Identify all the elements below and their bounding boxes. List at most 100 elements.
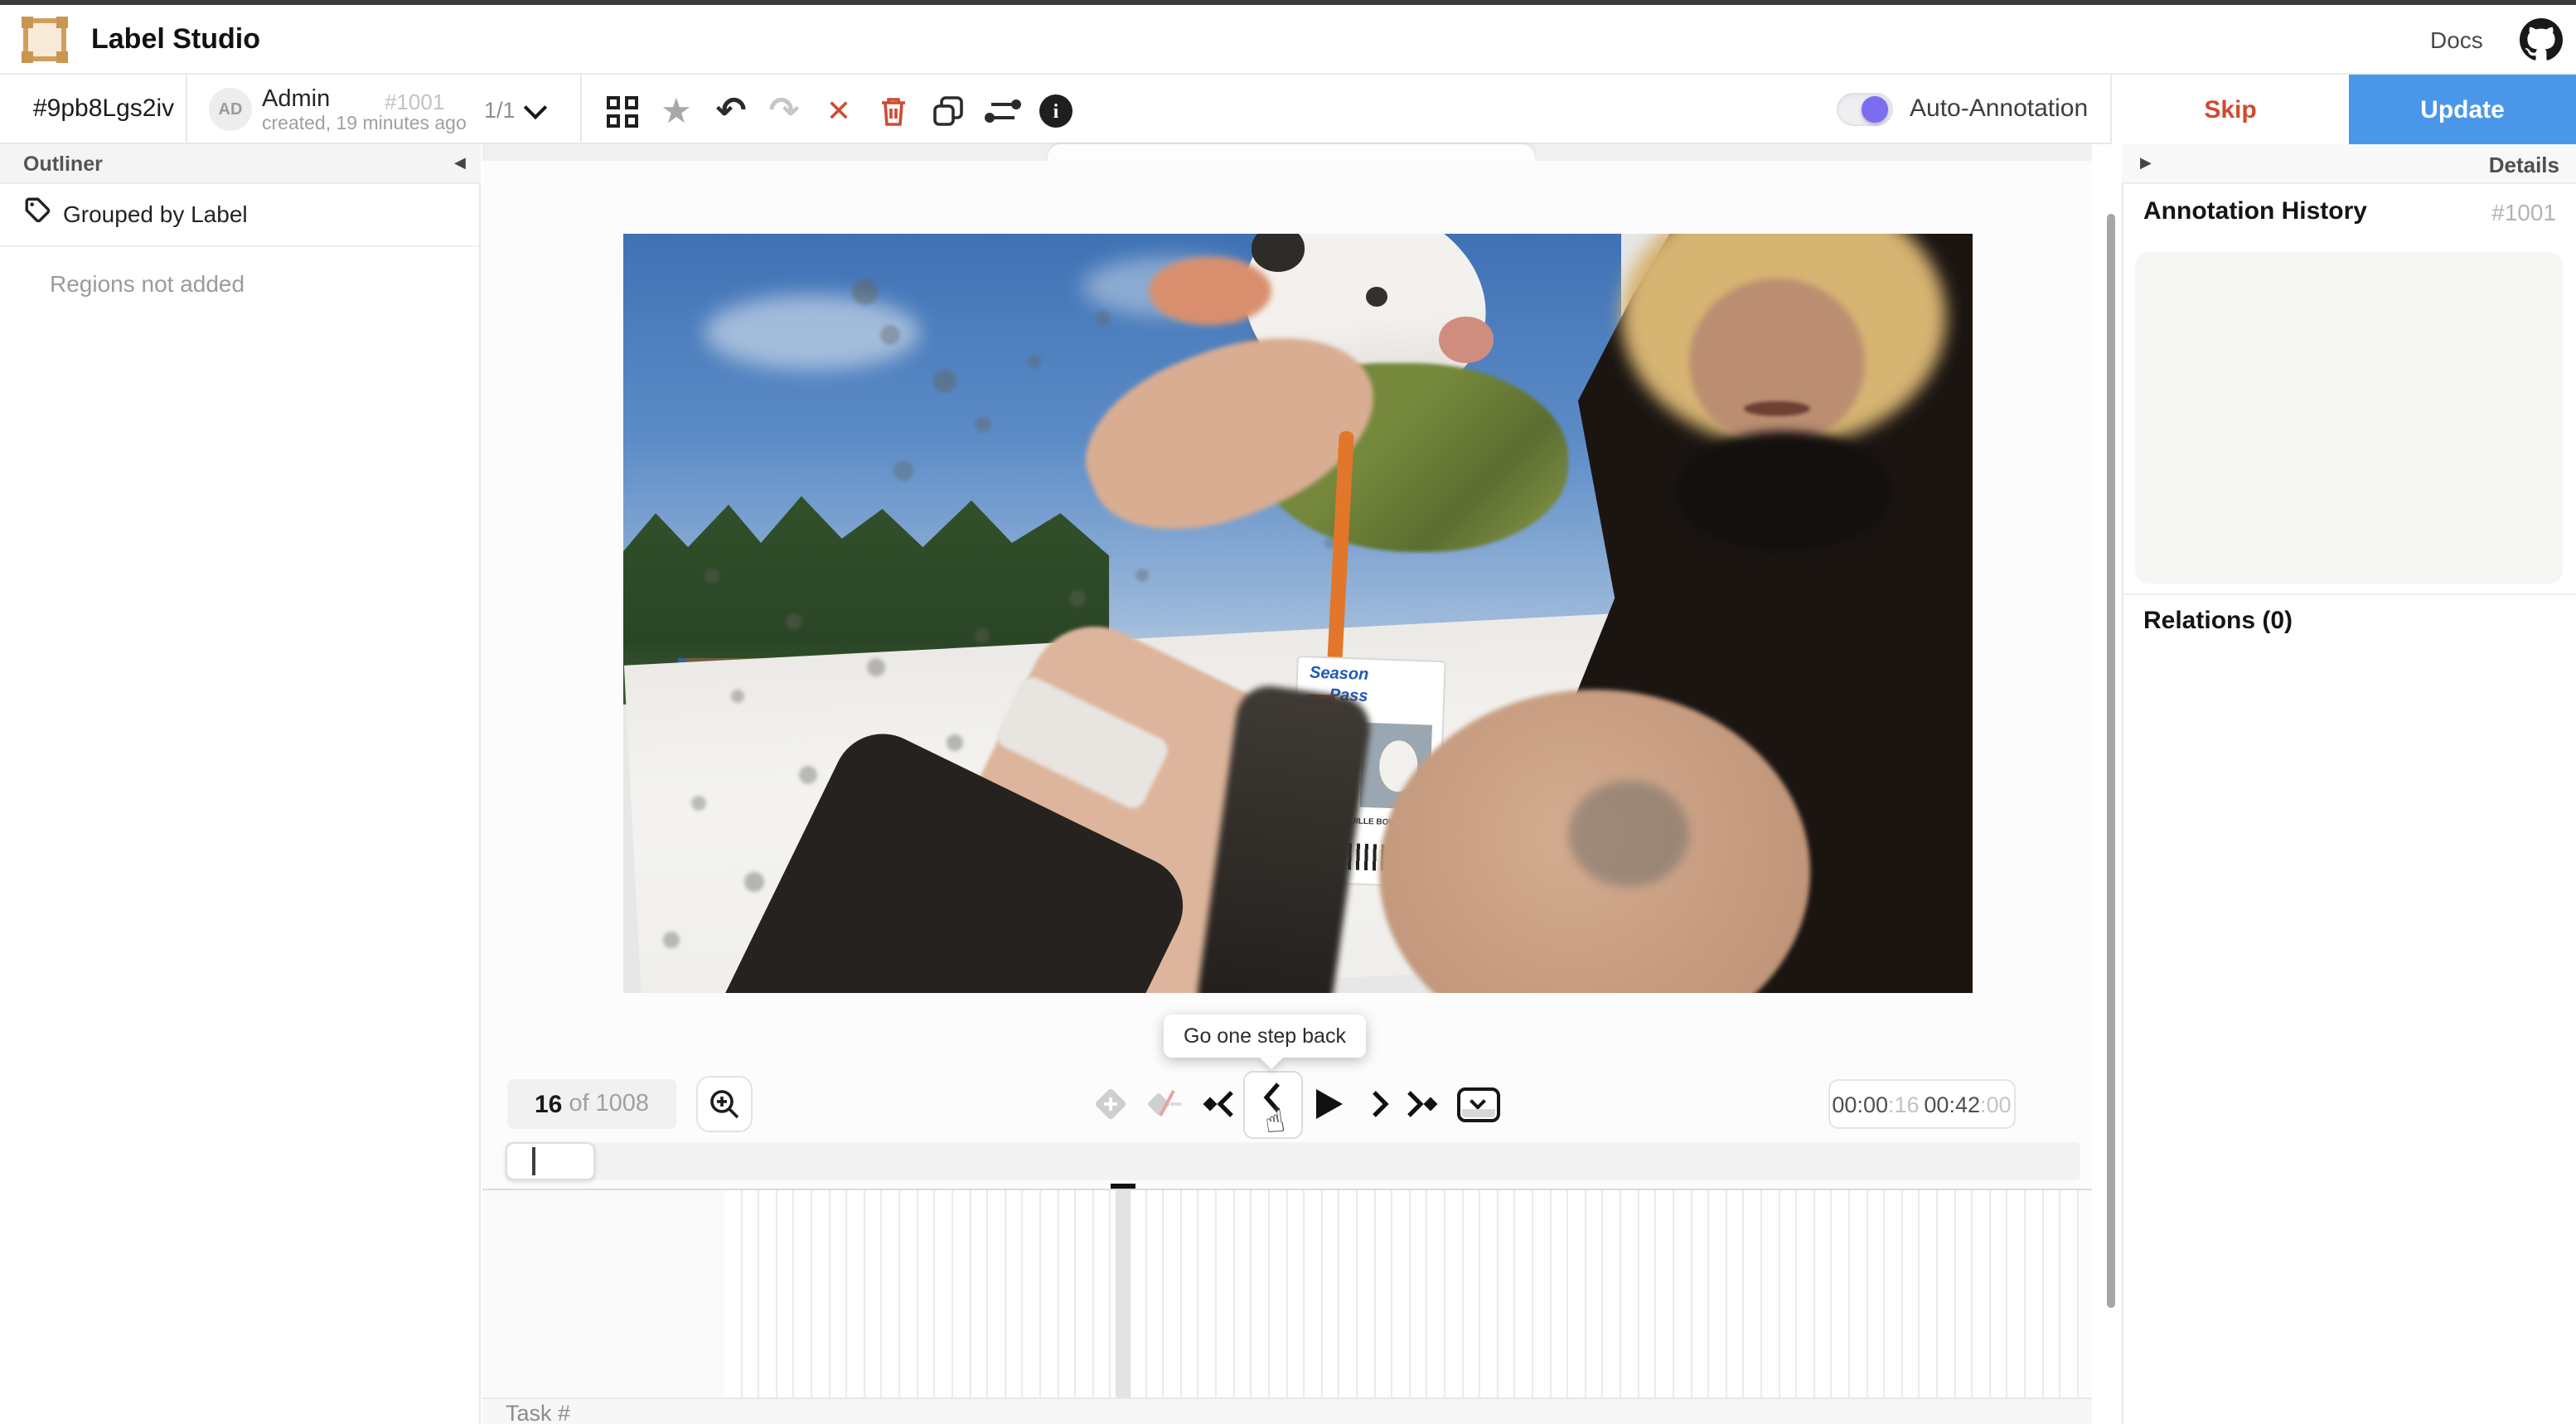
update-button[interactable]: Update [2349,75,2576,144]
frame-tick [1726,1190,1744,1397]
minimap-position-caret [532,1147,535,1175]
frame-tick [1586,1190,1604,1397]
add-keyframe-button[interactable] [1092,1086,1129,1122]
app-title: Label Studio [91,23,260,56]
copy-icon [932,94,965,128]
grid-view-button[interactable] [602,91,642,131]
chevron-down-icon [1470,1093,1486,1110]
undo-icon: ↶ [716,93,747,129]
person-face [1689,279,1865,447]
github-icon[interactable] [2520,18,2563,61]
task-id[interactable]: #9pb8Lgs2iv [33,94,174,123]
frame-tick [1182,1190,1199,1397]
frame-tick [1991,1190,2008,1397]
step-forward-button[interactable] [1364,1086,1397,1122]
vertical-scrollbar[interactable] [2107,214,2115,1308]
playhead-marker[interactable] [1111,1184,1135,1189]
toggle-knob[interactable] [1862,96,1888,123]
speckle [745,871,765,891]
keyframe-cut-icon [1144,1086,1187,1122]
reject-button[interactable]: ✕ [819,91,859,131]
keyframe-add-icon [1092,1086,1129,1122]
frame-tick [2026,1190,2043,1397]
frame-tick [883,1190,900,1397]
grouping-label: Grouped by Label [63,201,248,227]
frame-counter[interactable]: 16 of 1008 [507,1079,676,1129]
playhead-column[interactable] [1116,1190,1131,1397]
video-canvas[interactable]: Season Pass RATATOUILLE BOWERS [623,234,1973,993]
frame-tick [1833,1190,1850,1397]
frame-tick [1024,1190,1041,1397]
docs-link[interactable]: Docs [2430,27,2483,53]
frame-tick [1569,1190,1586,1397]
undo-button[interactable]: ↶ [711,91,751,131]
tooltip-arrow [1260,1058,1283,1069]
person-scarf [1676,431,1891,553]
zoom-in-button[interactable] [696,1076,753,1132]
frame-tick [1358,1190,1375,1397]
timeline-collapse-button[interactable] [1457,1087,1500,1122]
speckle [879,325,899,345]
delete-button[interactable] [874,91,913,131]
duplicate-button[interactable] [928,91,968,131]
frame-tick [1533,1190,1551,1397]
timeline-gutter [482,1190,724,1397]
speckle [853,279,879,306]
opossum-eye [1365,287,1387,307]
frame-tick [1480,1190,1498,1397]
timeline-minimap[interactable] [506,1142,2080,1180]
play-button[interactable] [1310,1086,1346,1122]
speckle [785,613,801,630]
info-button[interactable]: i [1036,91,1076,131]
frame-tick [1604,1190,1621,1397]
skip-button[interactable]: Skip [2110,75,2349,144]
frame-tick [1076,1190,1093,1397]
frame-tick [1252,1190,1270,1397]
prev-keyframe-button[interactable] [1200,1086,1240,1122]
frame-tick [1973,1190,1991,1397]
opossum-nose [1440,317,1494,363]
frame-tick [1639,1190,1656,1397]
frame-tick [1797,1190,1814,1397]
speckle [799,765,817,783]
auto-annotation-label: Auto-Annotation [1910,94,2088,123]
frame-tick [1129,1190,1146,1397]
redo-button[interactable]: ↷ [764,91,804,131]
speckle [1068,591,1085,608]
prev-keyframe-icon [1200,1086,1240,1122]
annotation-history-id: #1001 [2122,199,2556,225]
current-time-field[interactable]: 00:00:16 [1828,1079,1923,1129]
star-button[interactable]: ★ [656,91,696,131]
grid-icon [606,95,637,127]
speckle [690,796,705,811]
handler-fingers [1150,256,1271,324]
speckle [731,690,744,703]
speckle [1136,568,1150,581]
frame-tick [1762,1190,1779,1397]
frame-tick [988,1190,1005,1397]
next-keyframe-button[interactable] [1401,1086,1441,1122]
frame-tick [1551,1190,1568,1397]
frame-tick [1322,1190,1339,1397]
frame-tick [1621,1190,1639,1397]
avatar[interactable]: AD [209,88,252,131]
frame-tick [1041,1190,1058,1397]
timeline-frame-grid[interactable] [724,1190,2080,1397]
collapse-left-icon[interactable]: ◀ [454,154,466,172]
frame-tick [1920,1190,1938,1397]
label-studio-logo-icon[interactable] [23,18,66,61]
divider [186,75,187,144]
speckle [893,462,913,482]
frame-tick [1164,1190,1181,1397]
details-title: Details [2122,153,2559,177]
collapse-strip [1462,1109,1495,1117]
play-icon [1311,1086,1344,1122]
minimap-viewport-handle[interactable] [506,1142,595,1180]
frame-tick [1745,1190,1762,1397]
relations-button[interactable] [983,91,1023,131]
annotation-id: #1001 [385,90,444,114]
speckle [1028,356,1041,369]
remove-keyframe-button[interactable] [1144,1086,1187,1122]
outliner-title: Outliner [23,153,103,176]
frame-tick [865,1190,883,1397]
